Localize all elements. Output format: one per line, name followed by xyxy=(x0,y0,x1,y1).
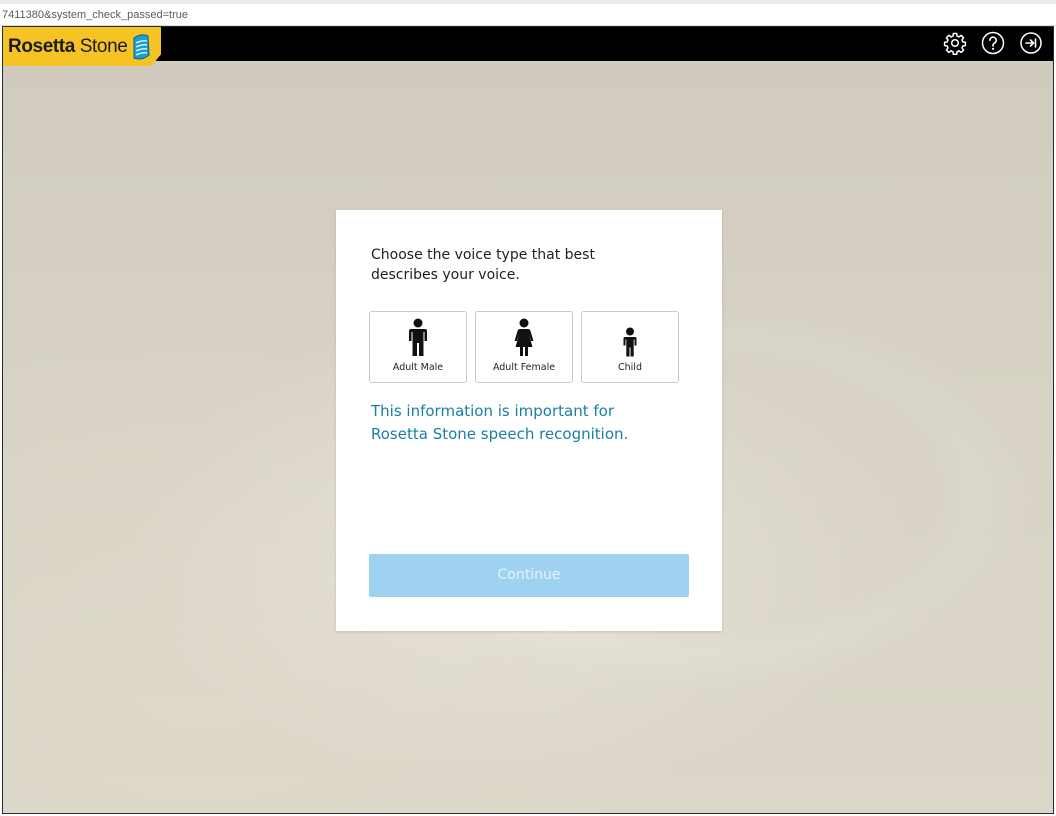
help-icon[interactable] xyxy=(981,31,1005,55)
address-bar[interactable]: 7411380&system_check_passed=true xyxy=(0,0,1056,26)
gear-icon[interactable] xyxy=(943,31,967,55)
voice-option-label: Adult Female xyxy=(492,362,556,373)
voice-option-label: Adult Male xyxy=(392,362,444,373)
voice-option-label: Child xyxy=(618,362,642,373)
continue-button[interactable]: Continue xyxy=(369,554,689,597)
logo-wordmark: Rosetta Stone xyxy=(8,35,128,57)
sign-out-icon[interactable] xyxy=(1019,31,1043,55)
voice-option-child[interactable]: Child xyxy=(581,311,679,383)
child-icon xyxy=(623,327,637,357)
adult-female-icon xyxy=(514,318,534,356)
voice-option-adult-male[interactable]: Adult Male xyxy=(369,311,467,383)
top-bar-actions xyxy=(943,31,1043,55)
voice-type-options: Adult Male Adult Female Child xyxy=(369,311,679,383)
rosetta-stone-logo: Rosetta Stone xyxy=(3,27,161,66)
adult-male-icon xyxy=(409,318,427,356)
address-bar-url: 7411380&system_check_passed=true xyxy=(2,9,189,21)
app-frame: Rosetta Stone Choose the voice type that… xyxy=(2,26,1054,814)
voice-type-dialog: Choose the voice type that best describe… xyxy=(336,210,722,631)
voice-type-prompt: Choose the voice type that best describe… xyxy=(371,247,595,283)
logo-stone-icon xyxy=(133,33,150,59)
voice-option-adult-female[interactable]: Adult Female xyxy=(475,311,573,383)
speech-recognition-info: This information is important for Rosett… xyxy=(371,402,629,443)
